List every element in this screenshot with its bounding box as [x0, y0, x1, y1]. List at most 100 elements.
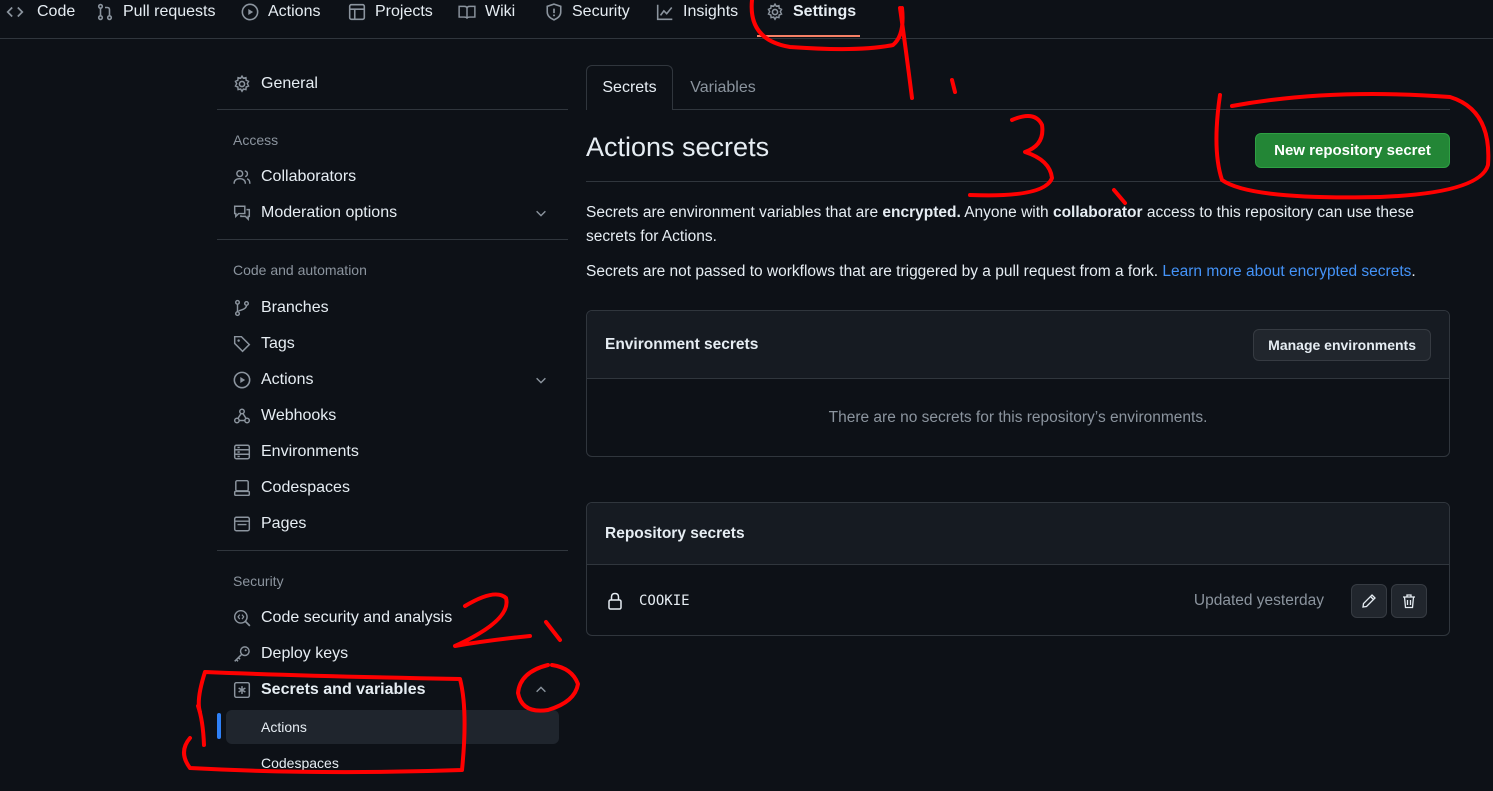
sidebar-heading-security: Security [233, 573, 284, 589]
repo-nav: Code Pull requests Actions Projects Wiki… [0, 0, 1493, 39]
environment-secrets-header: Environment secrets Manage environments [587, 311, 1449, 379]
comment-discussion-icon [233, 204, 251, 222]
tab-actions[interactable]: Actions [241, 0, 320, 24]
annotation-number-3 [968, 114, 1054, 198]
learn-more-link[interactable]: Learn more about encrypted secrets [1162, 263, 1411, 280]
tab-insights-label: Insights [683, 3, 739, 20]
pencil-icon [1361, 593, 1377, 609]
tab-wiki[interactable]: Wiki [458, 0, 515, 24]
sidebar-item-code-security[interactable]: Code security and analysis [233, 604, 452, 632]
browser-icon [233, 515, 251, 533]
environment-secrets-title: Environment secrets [605, 335, 759, 353]
tab-settings[interactable]: Settings [766, 0, 856, 24]
tabs-divider [673, 109, 1450, 110]
sidebar-item-label: Actions [261, 371, 314, 388]
sidebar-item-pages[interactable]: Pages [233, 510, 306, 538]
tab-insights[interactable]: Insights [656, 0, 738, 24]
sidebar-item-label: Branches [261, 299, 329, 316]
title-divider [586, 181, 1450, 182]
table-icon [348, 3, 366, 21]
codescan-icon [233, 609, 251, 627]
sidebar-heading-code-automation: Code and automation [233, 262, 367, 278]
annotation-number-2 [453, 592, 532, 648]
tab-actions-label: Actions [268, 3, 321, 20]
secret-name: COOKIE [639, 593, 690, 609]
sidebar-item-label: Secrets and variables [261, 681, 426, 698]
sidebar-divider [217, 550, 568, 551]
sidebar-item-general[interactable]: General [233, 70, 318, 98]
page-title: Actions secrets [586, 132, 770, 162]
chevron-down-icon[interactable] [534, 206, 548, 220]
sidebar-divider [217, 109, 568, 110]
graph-icon [656, 3, 674, 21]
sidebar-subitem-actions[interactable]: Actions [226, 710, 559, 744]
sidebar-item-label: Environments [261, 443, 359, 460]
sidebar-subitem-codespaces[interactable]: Codespaces [226, 746, 559, 780]
chevron-up-icon[interactable] [534, 683, 548, 697]
new-repository-secret-button[interactable]: New repository secret [1255, 133, 1450, 168]
tab-variables[interactable]: Variables [673, 65, 773, 110]
sidebar-item-deploy-keys[interactable]: Deploy keys [233, 640, 348, 668]
environment-secrets-box: Environment secrets Manage environments … [586, 310, 1450, 457]
sidebar-item-label: General [261, 75, 318, 92]
edit-secret-button[interactable] [1351, 584, 1387, 618]
server-icon [233, 443, 251, 461]
gear-icon [766, 3, 784, 21]
desc-text: Secrets are not passed to workflows that… [586, 263, 1163, 280]
desc-text: . [1411, 263, 1416, 280]
sidebar-subitem-label: Codespaces [261, 755, 339, 771]
codespaces-icon [233, 479, 251, 497]
trash-icon [1401, 593, 1417, 609]
manage-environments-button[interactable]: Manage environments [1253, 328, 1431, 361]
environment-secrets-empty: There are no secrets for this repository… [828, 408, 1208, 426]
chevron-down-icon[interactable] [534, 373, 548, 387]
sidebar-item-tags[interactable]: Tags [233, 330, 295, 358]
annotation-dot-2 [544, 620, 562, 642]
description-fork: Secrets are not passed to workflows that… [586, 260, 1456, 284]
tab-wiki-label: Wiki [485, 3, 516, 20]
annotation-chevron-circle [516, 663, 580, 713]
tab-projects[interactable]: Projects [348, 0, 433, 24]
sidebar-item-secrets-and-variables[interactable]: Secrets and variables [233, 676, 426, 704]
sidebar-item-actions[interactable]: Actions [233, 366, 313, 394]
tab-pull-requests[interactable]: Pull requests [96, 0, 216, 24]
manage-environments-label: Manage environments [1268, 336, 1416, 353]
secret-updated: Updated yesterday [1193, 592, 1324, 609]
repository-secrets-title: Repository secrets [605, 524, 745, 542]
sidebar-item-label: Codespaces [261, 479, 350, 496]
sidebar-subitem-label: Actions [261, 719, 307, 735]
sidebar-item-webhooks[interactable]: Webhooks [233, 402, 336, 430]
people-icon [233, 168, 251, 186]
sidebar-item-label: Moderation options [261, 204, 398, 221]
repository-secrets-header: Repository secrets [587, 503, 1449, 565]
delete-secret-button[interactable] [1391, 584, 1427, 618]
sidebar-item-codespaces[interactable]: Codespaces [233, 474, 350, 502]
gear-icon [233, 75, 251, 93]
tab-pull-requests-label: Pull requests [123, 3, 216, 20]
sidebar-item-moderation-options[interactable]: Moderation options [233, 199, 397, 227]
tab-secrets[interactable]: Secrets [586, 65, 673, 110]
annotation-number-1-left [196, 704, 206, 747]
sidebar-item-label: Deploy keys [261, 645, 349, 662]
tab-variables-label: Variables [690, 78, 756, 96]
sidebar-item-label: Collaborators [261, 168, 357, 185]
tag-icon [233, 335, 251, 353]
sidebar-item-label: Tags [261, 335, 295, 352]
shield-icon [545, 3, 563, 21]
tab-security[interactable]: Security [545, 0, 630, 24]
play-icon [241, 3, 259, 21]
tab-code-label: Code [37, 3, 76, 20]
sidebar-item-label: Pages [261, 515, 307, 532]
sidebar-item-branches[interactable]: Branches [233, 294, 329, 322]
sidebar-item-collaborators[interactable]: Collaborators [233, 163, 356, 191]
tab-code[interactable]: Code [6, 0, 75, 24]
lock-icon [607, 592, 623, 610]
git-branch-icon [233, 299, 251, 317]
tab-settings-label: Settings [793, 3, 857, 20]
webhook-icon [233, 407, 251, 425]
sidebar-item-environments[interactable]: Environments [233, 438, 359, 466]
sidebar-divider [217, 239, 568, 240]
desc-text: Secrets are environment variables that a… [586, 204, 883, 221]
repository-secrets-box: Repository secrets COOKIE Updated yester… [586, 502, 1450, 636]
key-icon [233, 645, 251, 663]
